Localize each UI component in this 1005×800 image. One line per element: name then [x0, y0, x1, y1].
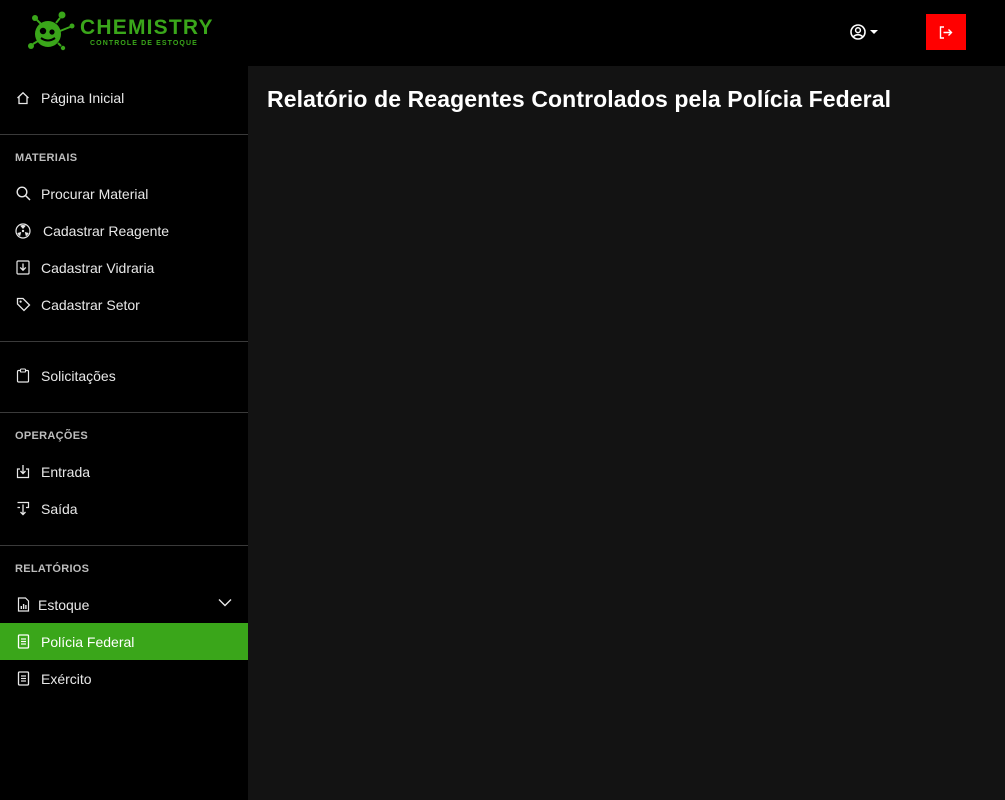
top-bar: CHEMISTRY CONTROLE DE ESTOQUE: [0, 0, 1005, 66]
sidebar-item-label: Cadastrar Setor: [41, 296, 140, 313]
chevron-down-icon: [870, 30, 878, 34]
main-content: Relatório de Reagentes Controlados pela …: [248, 66, 1005, 800]
sidebar-item-label: Saída: [41, 500, 78, 517]
brand-logo[interactable]: CHEMISTRY CONTROLE DE ESTOQUE: [26, 10, 216, 54]
page-title: Relatório de Reagentes Controlados pela …: [267, 86, 892, 112]
sidebar-item-label: Solicitações: [41, 367, 116, 384]
molecule-logo-icon: [28, 11, 75, 51]
brand-title: CHEMISTRY: [80, 16, 214, 39]
sidebar-item-label: Página Inicial: [41, 89, 125, 106]
section-heading-materiais: MATERIAIS: [15, 152, 78, 164]
sidebar-item-estoque[interactable]: Estoque: [0, 586, 248, 623]
chevron-down-icon: [218, 599, 232, 607]
download-box-icon: [15, 260, 31, 276]
logout-button[interactable]: [926, 14, 966, 50]
sidebar-item-cadastrar-setor[interactable]: Cadastrar Setor: [0, 286, 248, 323]
sidebar-item-cadastrar-vidraria[interactable]: Cadastrar Vidraria: [0, 249, 248, 286]
sidebar-item-label: Estoque: [38, 596, 90, 613]
clipboard-icon: [15, 368, 31, 384]
sidebar-item-label: Entrada: [41, 463, 91, 480]
user-menu-dropdown[interactable]: [850, 22, 884, 42]
sidebar-item-label: Cadastrar Reagente: [43, 222, 170, 239]
sidebar-divider: [0, 134, 248, 135]
radiation-icon: [15, 222, 31, 239]
logout-icon: [939, 25, 953, 39]
sidebar-item-entrada[interactable]: Entrada: [0, 453, 248, 490]
home-icon: [15, 90, 31, 106]
document-icon: [15, 671, 31, 687]
sidebar-item-label: Exército: [41, 670, 92, 687]
document-icon: [15, 634, 31, 650]
sidebar-item-solicitacoes[interactable]: Solicitações: [0, 357, 248, 394]
sidebar-item-cadastrar-reagente[interactable]: Cadastrar Reagente: [0, 212, 248, 249]
tag-icon: [15, 297, 31, 313]
entrada-icon: [15, 464, 31, 480]
user-circle-icon: [850, 24, 866, 40]
sidebar: Página Inicial MATERIAIS Procurar Materi…: [0, 66, 248, 800]
brand-subtitle: CONTROLE DE ESTOQUE: [90, 40, 198, 47]
section-heading-operacoes: OPERAÇÕES: [15, 430, 88, 442]
section-heading-relatorios: RELATÓRIOS: [15, 563, 90, 575]
sidebar-item-saida[interactable]: Saída: [0, 490, 248, 527]
sidebar-item-label: Procurar Material: [41, 185, 149, 202]
sidebar-item-policia-federal[interactable]: Polícia Federal: [0, 623, 248, 660]
chart-file-icon: [15, 597, 31, 613]
sidebar-divider: [0, 545, 248, 546]
sidebar-item-exercito[interactable]: Exército: [0, 660, 248, 697]
sidebar-item-label: Cadastrar Vidraria: [41, 259, 155, 276]
sidebar-item-procurar-material[interactable]: Procurar Material: [0, 175, 248, 212]
sidebar-item-pagina-inicial[interactable]: Página Inicial: [0, 79, 248, 116]
saida-icon: [15, 501, 31, 517]
sidebar-divider: [0, 341, 248, 342]
sidebar-item-label: Polícia Federal: [41, 633, 135, 650]
sidebar-divider: [0, 412, 248, 413]
search-icon: [15, 186, 31, 202]
